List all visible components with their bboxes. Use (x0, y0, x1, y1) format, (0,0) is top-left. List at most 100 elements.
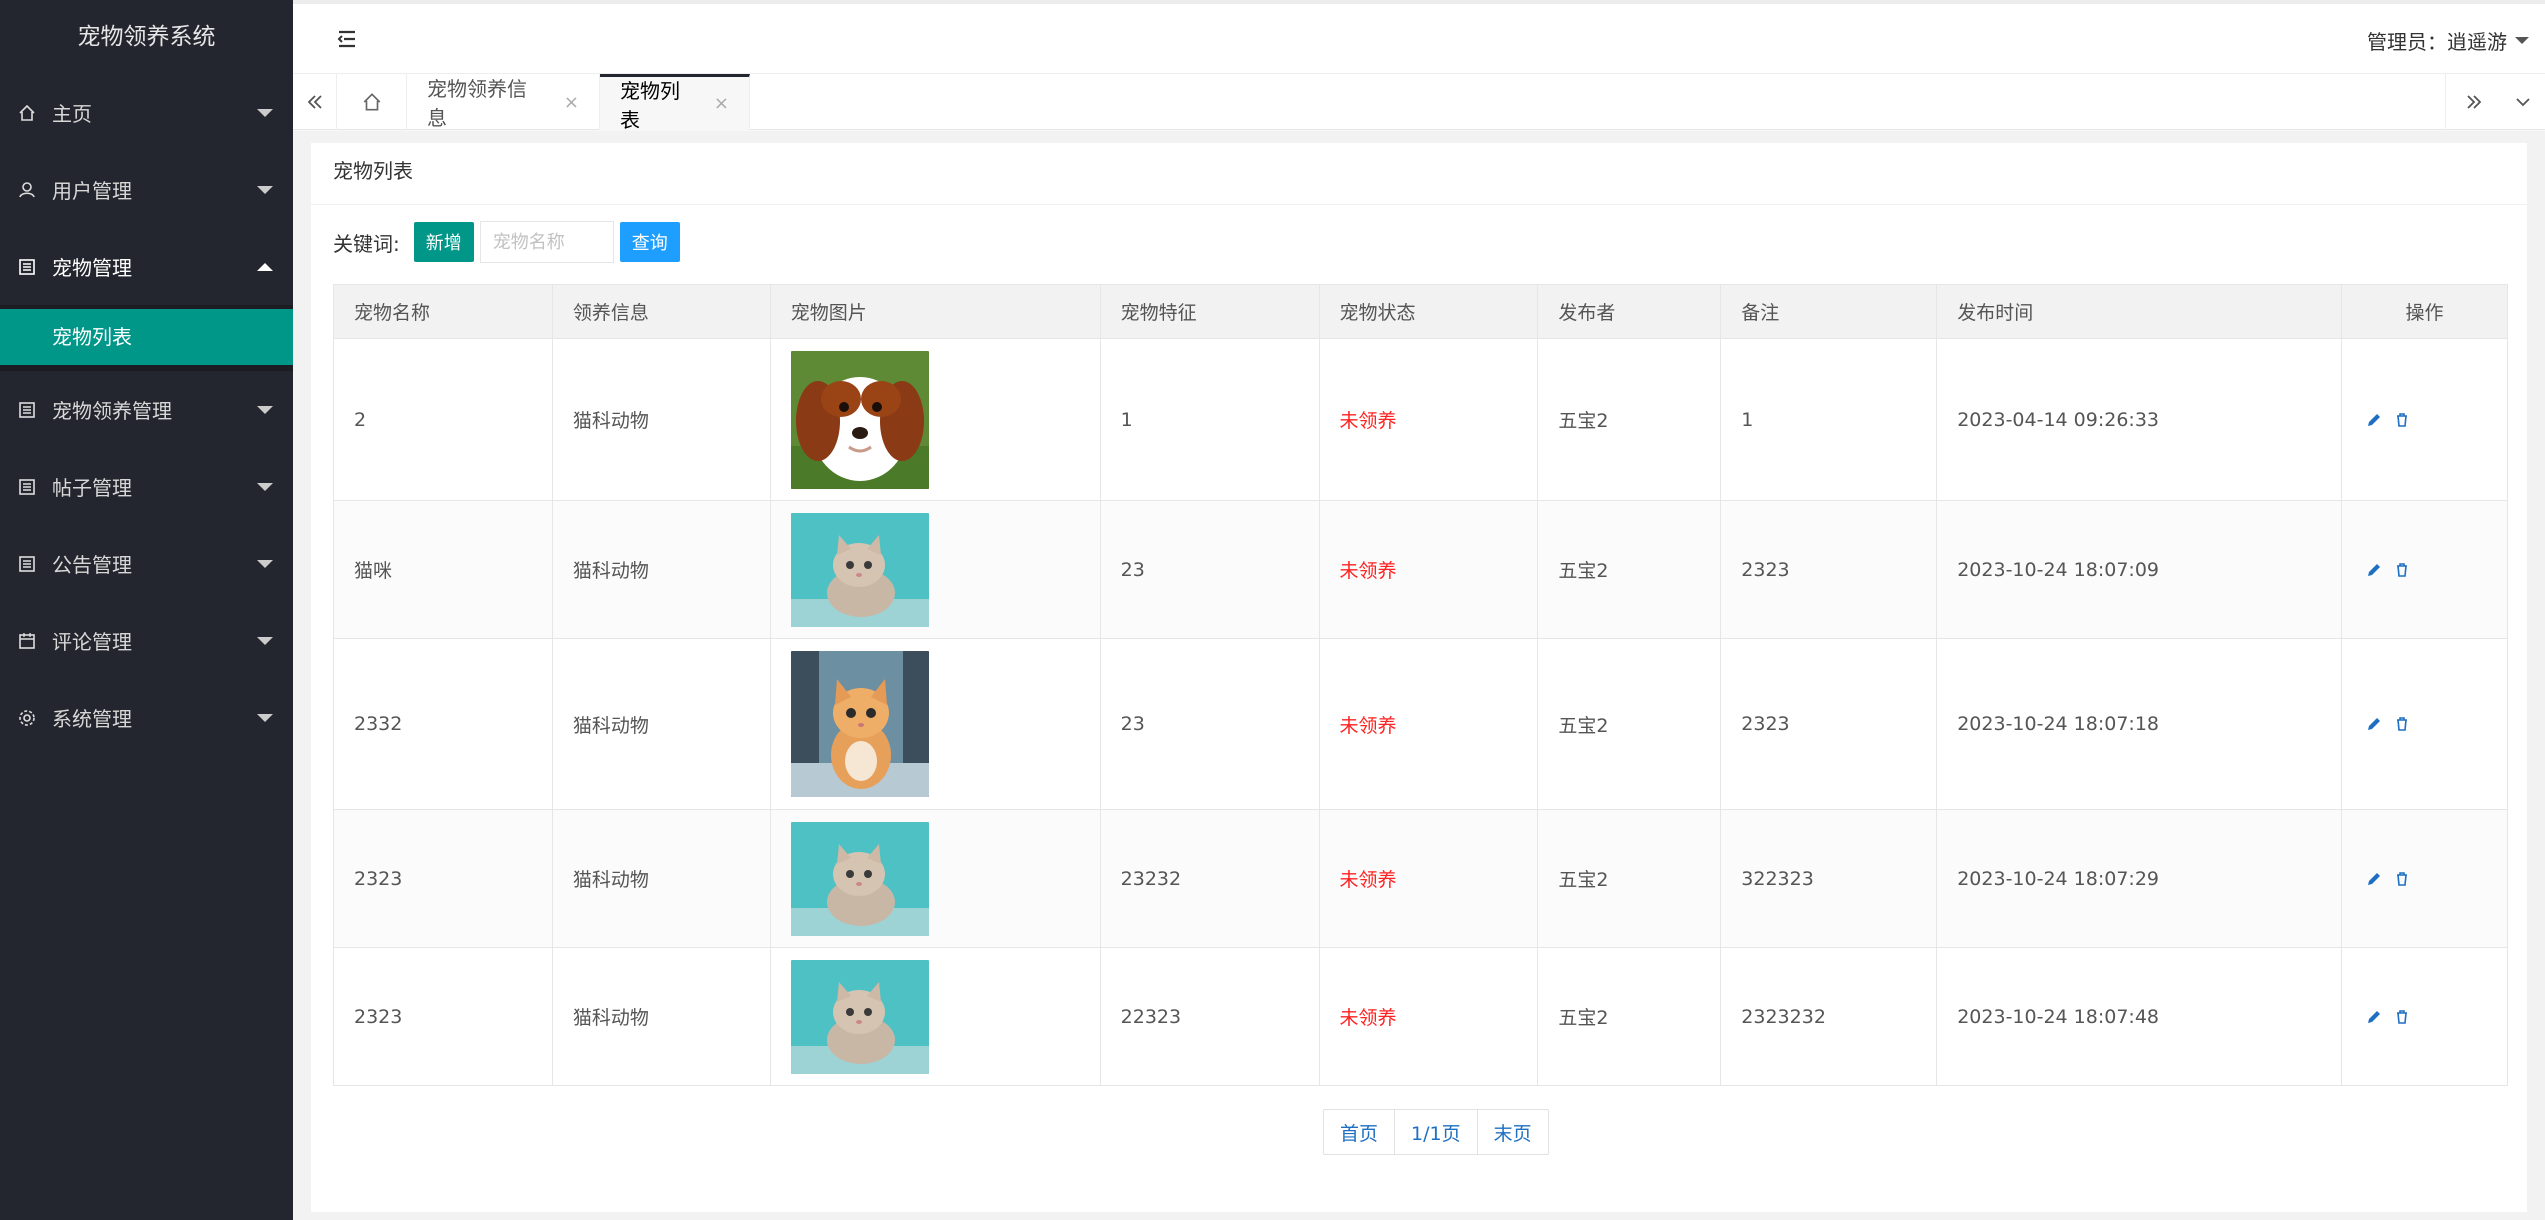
sidebar-item-notices[interactable]: 公告管理 (0, 525, 293, 602)
close-icon[interactable]: × (714, 93, 729, 114)
trash-icon[interactable] (2394, 1009, 2410, 1025)
column-header: 备注 (1720, 284, 1938, 339)
publisher-cell: 五宝2 (1537, 947, 1722, 1086)
note-cell: 2323 (1720, 638, 1938, 810)
sidebar-item-adoption[interactable]: 宠物领养管理 (0, 371, 293, 448)
table-row: 2 猫科动物 1 未领养 五宝2 1 2023-04-14 09:26:33 (333, 338, 2508, 501)
pet-name-cell: 2 (333, 338, 553, 501)
column-header: 发布者 (1537, 284, 1722, 339)
puppy-photo[interactable] (790, 350, 929, 489)
add-button[interactable]: 新增 (413, 222, 474, 262)
adoption-info-cell: 猫科动物 (551, 809, 771, 948)
adoption-info-cell: 猫科动物 (551, 947, 771, 1086)
menu-toggle-icon[interactable] (333, 26, 359, 52)
calendar-icon (16, 630, 38, 652)
last-page-link[interactable]: 末页 (1478, 1110, 1548, 1154)
actions-cell (2341, 500, 2508, 639)
first-page-link[interactable]: 首页 (1324, 1110, 1396, 1154)
publisher-cell: 五宝2 (1537, 809, 1722, 948)
tab-pet-list[interactable]: 宠物列表 × (600, 74, 750, 132)
feature-cell: 23232 (1099, 809, 1320, 948)
edit-icon[interactable] (2366, 412, 2382, 428)
table-row: 2323 猫科动物 (333, 809, 2508, 948)
feature-cell: 23 (1099, 500, 1320, 639)
actions-cell (2341, 947, 2508, 1086)
content-panel: 宠物列表 关键词: 新增 查询 宠物名称 领养信息 宠物图片 宠物特征 宠物状态… (311, 143, 2527, 1212)
trash-icon[interactable] (2394, 871, 2410, 887)
edit-icon[interactable] (2366, 716, 2382, 732)
sidebar-item-comments[interactable]: 评论管理 (0, 602, 293, 679)
time-cell: 2023-10-24 18:07:29 (1936, 809, 2342, 948)
kitten-photo[interactable] (790, 821, 929, 936)
publisher-cell: 五宝2 (1537, 338, 1722, 501)
sidebar-item-label: 宠物管理 (52, 256, 132, 280)
pet-name-cell: 猫咪 (333, 500, 553, 639)
home-tab-icon[interactable] (337, 74, 407, 130)
time-cell: 2023-10-24 18:07:18 (1936, 638, 2342, 810)
pet-image-cell (769, 638, 1101, 810)
close-icon[interactable]: × (564, 92, 579, 113)
time-cell: 2023-04-14 09:26:33 (1936, 338, 2342, 501)
kitten-photo[interactable] (790, 512, 929, 627)
sidebar: 宠物领养系统 主页 用户管理 宠物管理 宠物列表 宠物领养管理 帖子管理 公告管… (0, 0, 293, 1220)
pagination: 首页 1/1页 末页 (1323, 1109, 1549, 1155)
edit-icon[interactable] (2366, 871, 2382, 887)
publisher-cell: 五宝2 (1537, 638, 1722, 810)
column-header: 宠物图片 (769, 284, 1101, 339)
caret-down-icon (257, 559, 273, 568)
admin-name: 管理员：逍遥游 (2367, 30, 2507, 54)
sidebar-item-label: 帖子管理 (52, 476, 132, 500)
pet-table: 宠物名称 领养信息 宠物图片 宠物特征 宠物状态 发布者 备注 发布时间 操作 … (333, 284, 2508, 1086)
actions-cell (2341, 809, 2508, 948)
sidebar-item-users[interactable]: 用户管理 (0, 151, 293, 228)
sidebar-item-label: 宠物领养管理 (52, 399, 172, 423)
sidebar-item-pets[interactable]: 宠物管理 (0, 228, 293, 305)
note-cell: 2323 (1720, 500, 1938, 639)
search-button[interactable]: 查询 (619, 222, 680, 262)
status-cell: 未领养 (1318, 338, 1539, 501)
table-row: 2332 猫科动物 23 未领养 五宝2 2323 2023-10-24 18:… (333, 638, 2508, 810)
orange-kitten-photo[interactable] (790, 651, 929, 797)
pet-image-cell (769, 809, 1101, 948)
sidebar-item-home[interactable]: 主页 (0, 74, 293, 151)
pet-image-cell (769, 947, 1101, 1086)
pet-name-cell: 2323 (333, 809, 553, 948)
time-cell: 2023-10-24 18:07:09 (1936, 500, 2342, 639)
sidebar-item-pet-list[interactable]: 宠物列表 (0, 309, 293, 365)
pet-image-cell (769, 338, 1101, 501)
tab-scroll-right-icon[interactable] (2445, 74, 2501, 130)
table-row: 猫咪 猫科动物 23 未领养 五宝2 2323 2023-10-24 18:07… (333, 500, 2508, 639)
trash-icon[interactable] (2394, 716, 2410, 732)
tab-bar: 宠物领养信息 × 宠物列表 × (293, 74, 2545, 132)
trash-icon[interactable] (2394, 562, 2410, 578)
actions-cell (2341, 638, 2508, 810)
caret-down-icon (257, 482, 273, 491)
caret-down-icon (257, 636, 273, 645)
sidebar-item-label: 系统管理 (52, 707, 132, 731)
list-icon (16, 399, 38, 421)
caret-down-icon (257, 185, 273, 194)
edit-icon[interactable] (2366, 562, 2382, 578)
chevron-down-icon[interactable] (2501, 74, 2545, 130)
kitten-photo[interactable] (790, 959, 929, 1074)
top-header: 管理员：逍遥游 (293, 0, 2545, 74)
search-toolbar: 关键词: 新增 查询 (333, 221, 680, 263)
tab-scroll-left-icon[interactable] (293, 74, 337, 130)
app-title: 宠物领养系统 (77, 24, 216, 50)
tab-adoption-info[interactable]: 宠物领养信息 × (407, 74, 600, 130)
sidebar-item-posts[interactable]: 帖子管理 (0, 448, 293, 525)
edit-icon[interactable] (2366, 1009, 2382, 1025)
content-area: 宠物列表 关键词: 新增 查询 宠物名称 领养信息 宠物图片 宠物特征 宠物状态… (293, 131, 2545, 1220)
trash-icon[interactable] (2394, 412, 2410, 428)
feature-cell: 23 (1099, 638, 1320, 810)
page-title: 宠物列表 (311, 143, 2527, 205)
sidebar-item-label: 主页 (52, 102, 92, 126)
search-input[interactable] (479, 221, 614, 263)
caret-up-icon (257, 262, 273, 271)
status-cell: 未领养 (1318, 947, 1539, 1086)
sidebar-item-system[interactable]: 系统管理 (0, 679, 293, 756)
adoption-info-cell: 猫科动物 (551, 500, 771, 639)
list-icon (16, 553, 38, 575)
admin-menu[interactable]: 管理员：逍遥游 (2367, 26, 2529, 55)
sidebar-item-label: 公告管理 (52, 553, 132, 577)
